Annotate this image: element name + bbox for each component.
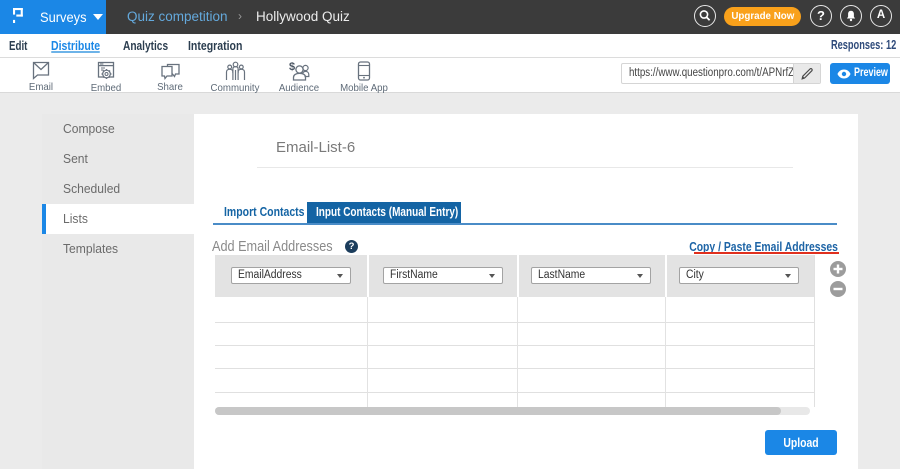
svg-text:$: $ (289, 61, 295, 73)
